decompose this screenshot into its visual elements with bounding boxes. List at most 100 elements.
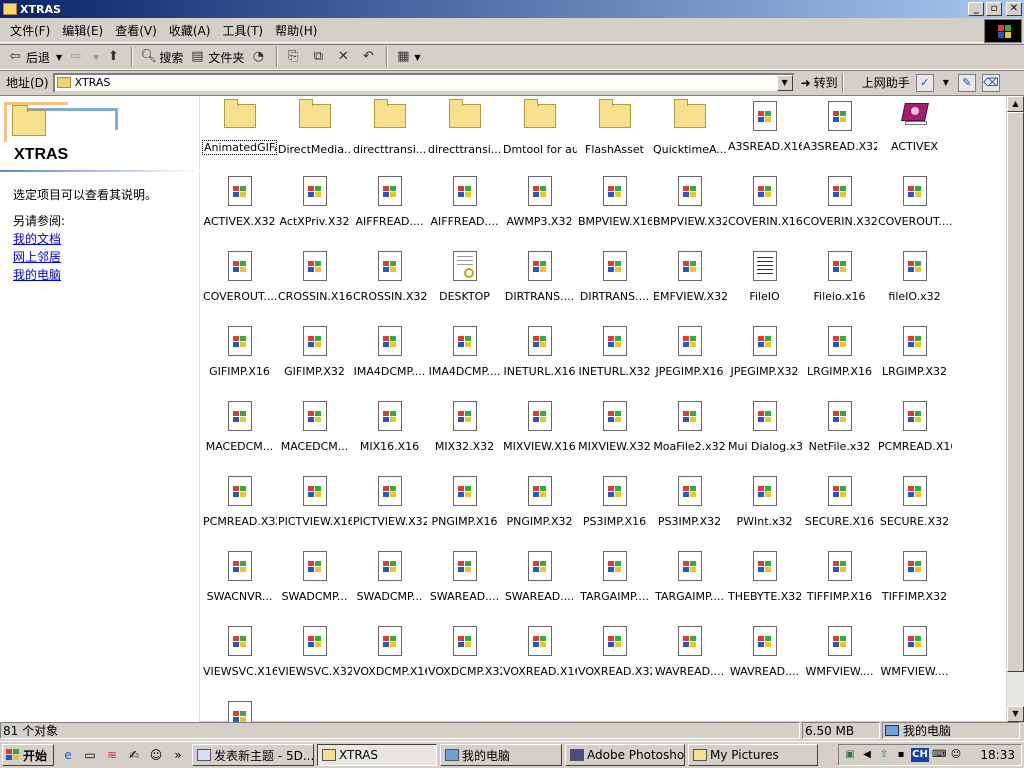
- file-item[interactable]: PNGIMP.X32: [502, 473, 577, 548]
- menu-tools[interactable]: 工具(T): [216, 21, 269, 41]
- file-item[interactable]: SWADCMP...: [277, 548, 352, 623]
- file-item[interactable]: SWACNVR...: [202, 548, 277, 623]
- file-item[interactable]: A3SREAD.X16: [727, 98, 802, 173]
- back-dropdown-icon[interactable]: ▼: [56, 53, 62, 62]
- file-item[interactable]: DIRTRANS....: [577, 248, 652, 323]
- file-item[interactable]: AIFFREAD....: [427, 173, 502, 248]
- close-button[interactable]: ✕: [1006, 2, 1022, 16]
- network-icon[interactable]: ▣: [843, 748, 857, 762]
- task-xtras[interactable]: XTRAS: [317, 744, 437, 766]
- link-my-documents[interactable]: 我的文档: [13, 230, 199, 248]
- file-item[interactable]: fileIO.x32: [877, 248, 952, 323]
- file-item[interactable]: PICTVIEW.X32: [352, 473, 427, 548]
- file-item[interactable]: COVEROUT....: [877, 173, 952, 248]
- file-item[interactable]: TIFFIMP.X32: [877, 548, 952, 623]
- file-item[interactable]: IMA4DCMP....: [352, 323, 427, 398]
- links-dropdown-icon[interactable]: ▼: [943, 78, 949, 87]
- minimize-button[interactable]: _: [968, 2, 984, 16]
- file-item[interactable]: A3SREAD.X32: [802, 98, 877, 173]
- address-input[interactable]: XTRAS ▼: [52, 72, 795, 93]
- file-item[interactable]: CROSSIN.X16: [277, 248, 352, 323]
- task-photoshop[interactable]: Adobe Photoshop: [565, 744, 685, 766]
- file-item[interactable]: Mui Dialog.x32: [727, 398, 802, 473]
- vertical-scrollbar[interactable]: ▲ ▼: [1006, 96, 1024, 722]
- notepad-icon[interactable]: ✍: [126, 747, 142, 763]
- file-item[interactable]: SWAREAD....: [427, 548, 502, 623]
- file-item[interactable]: JPEGIMP.X16: [652, 323, 727, 398]
- file-item[interactable]: ACTIVEX.X32: [202, 173, 277, 248]
- file-item[interactable]: MIX16.X16: [352, 398, 427, 473]
- file-item[interactable]: VIEWSVC.X16: [202, 623, 277, 698]
- scroll-down-icon[interactable]: ▼: [1007, 706, 1024, 722]
- file-item[interactable]: ActXPriv.X32: [277, 173, 352, 248]
- task-my-computer[interactable]: 我的电脑: [440, 744, 562, 766]
- file-item[interactable]: FileIO: [727, 248, 802, 323]
- file-item[interactable]: GIFIMP.X16: [202, 323, 277, 398]
- file-item[interactable]: AnimatedGIFAsset: [202, 98, 277, 173]
- task-my-pictures[interactable]: My Pictures: [688, 744, 818, 766]
- file-item[interactable]: BMPVIEW.X16: [577, 173, 652, 248]
- file-item[interactable]: TARGAIMP....: [577, 548, 652, 623]
- keyboard-icon[interactable]: ⌨: [932, 748, 946, 762]
- file-item[interactable]: PCMREAD.X32: [202, 473, 277, 548]
- file-item[interactable]: IMA4DCMP....: [427, 323, 502, 398]
- app-tray-icon[interactable]: ▪: [894, 748, 908, 762]
- file-item[interactable]: PWInt.x32: [727, 473, 802, 548]
- checkmark-icon[interactable]: ✓: [915, 73, 934, 92]
- file-item[interactable]: GIFIMP.X32: [277, 323, 352, 398]
- ie-icon[interactable]: e: [60, 747, 76, 763]
- more-icon[interactable]: »: [170, 747, 186, 763]
- ime-indicator[interactable]: CH: [911, 748, 929, 762]
- file-item[interactable]: MIXVIEW.X16: [502, 398, 577, 473]
- copy-to-button[interactable]: ⧉: [307, 46, 332, 68]
- views-button[interactable]: ▦ ▼: [392, 46, 423, 68]
- file-item[interactable]: COVERIN.X32: [802, 173, 877, 248]
- task-post-topic[interactable]: 发表新主题 - 5D...: [192, 744, 314, 766]
- file-item[interactable]: PS3IMP.X16: [577, 473, 652, 548]
- file-item[interactable]: WAVREAD....: [652, 623, 727, 698]
- forward-button[interactable]: ⇨: [65, 46, 90, 68]
- file-item[interactable]: VOXDCMP.X16: [352, 623, 427, 698]
- file-item[interactable]: LRGIMP.X32: [877, 323, 952, 398]
- file-item[interactable]: PS3IMP.X32: [652, 473, 727, 548]
- tool-icon[interactable]: ✎: [957, 73, 976, 92]
- move-to-button[interactable]: ⎘: [282, 46, 307, 68]
- scroll-thumb[interactable]: [1007, 112, 1024, 672]
- start-button[interactable]: 开始: [2, 744, 54, 766]
- address-dropdown-icon[interactable]: ▼: [776, 74, 793, 91]
- file-item[interactable]: SECURE.X16: [802, 473, 877, 548]
- delete-button[interactable]: ✕: [332, 46, 357, 68]
- file-item[interactable]: VIEWSVC.X32: [277, 623, 352, 698]
- eraser-icon[interactable]: ⌫: [981, 73, 1000, 92]
- file-item[interactable]: MIX32.X32: [427, 398, 502, 473]
- file-item[interactable]: PICTVIEW.X16: [277, 473, 352, 548]
- link-network-places[interactable]: 网上邻居: [13, 248, 199, 266]
- search-button[interactable]: 🔍︎ 搜索: [137, 46, 186, 68]
- links-label[interactable]: 上网助手: [862, 74, 910, 91]
- menu-help[interactable]: 帮助(H): [269, 21, 323, 41]
- menu-favorites[interactable]: 收藏(A): [163, 21, 217, 41]
- file-item[interactable]: THEBYTE.X32: [727, 548, 802, 623]
- show-desktop-icon[interactable]: ▭: [82, 747, 98, 763]
- file-item[interactable]: QuicktimeA...: [652, 98, 727, 173]
- file-item[interactable]: SECURE.X32: [877, 473, 952, 548]
- file-item[interactable]: PNGIMP.X16: [427, 473, 502, 548]
- app-icon[interactable]: ≋: [104, 747, 120, 763]
- file-item[interactable]: Dmtool for authorware: [502, 98, 577, 173]
- file-item[interactable]: SWAREAD....: [502, 548, 577, 623]
- qq-icon[interactable]: ☺: [148, 747, 164, 763]
- scroll-up-icon[interactable]: ▲: [1007, 96, 1024, 112]
- maximize-button[interactable]: ▫: [986, 2, 1002, 16]
- up-button[interactable]: ⬆: [102, 46, 127, 68]
- file-item[interactable]: directtransi...: [427, 98, 502, 173]
- file-item[interactable]: directtransi...: [352, 98, 427, 173]
- file-item[interactable]: CROSSIN.X32: [352, 248, 427, 323]
- file-item[interactable]: VOXDCMP.X32: [427, 623, 502, 698]
- file-item[interactable]: INETURL.X16: [502, 323, 577, 398]
- upload-icon[interactable]: ⇧: [877, 748, 891, 762]
- file-item[interactable]: LRGIMP.X16: [802, 323, 877, 398]
- clock[interactable]: 18:33: [980, 748, 1015, 762]
- file-item[interactable]: SWADCMP...: [352, 548, 427, 623]
- undo-button[interactable]: ↶: [357, 46, 382, 68]
- file-item[interactable]: DirectMedia...: [277, 98, 352, 173]
